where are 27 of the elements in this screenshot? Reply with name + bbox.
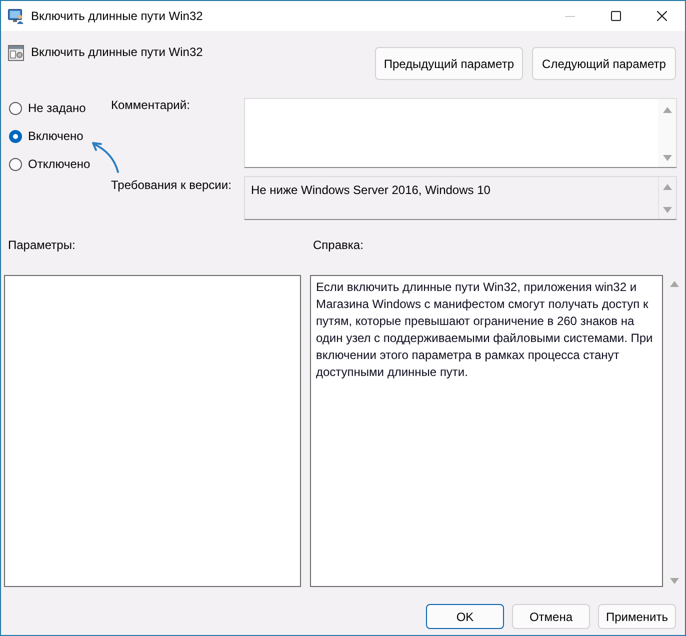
version-text: Не ниже Windows Server 2016, Windows 10 xyxy=(251,183,490,197)
computer-user-icon xyxy=(8,8,24,24)
cancel-button[interactable]: Отмена xyxy=(512,604,590,629)
scroll-up-icon[interactable] xyxy=(662,107,672,113)
help-text: Если включить длинные пути Win32, приложения win32 и Магазина Windows с манифестом смогут получать доступ к путям, которые превышают ограничение в 260 знаков на один узел с поддерживаемыми файловыми системами. При включении этого параметра в рамках процесса станут доступными длинные пути. xyxy=(316,279,654,381)
ok-button[interactable]: OK xyxy=(426,604,504,629)
apply-button[interactable]: Применить xyxy=(598,604,676,629)
policy-title: Включить длинные пути Win32 xyxy=(31,45,203,59)
state-radio-option[interactable]: Включено xyxy=(9,126,84,146)
version-field[interactable]: Не ниже Windows Server 2016, Windows 10 xyxy=(244,176,677,220)
window-title: Включить длинные пути Win32 xyxy=(31,9,203,23)
scroll-down-icon[interactable] xyxy=(663,207,672,213)
help-label: Справка: xyxy=(313,238,364,252)
options-label: Параметры: xyxy=(8,238,76,252)
settings-window-icon xyxy=(8,45,24,61)
version-label: Требования к версии: xyxy=(111,178,232,192)
scroll-up-icon[interactable] xyxy=(663,184,672,190)
state-radio-option[interactable]: Не задано xyxy=(9,98,86,118)
comment-field[interactable] xyxy=(244,98,677,168)
previous-setting-button[interactable]: Предыдущий параметр xyxy=(374,47,523,80)
state-radio-option[interactable]: Отключено xyxy=(9,154,90,174)
scroll-up-icon[interactable] xyxy=(670,281,678,287)
next-setting-button[interactable]: Следующий параметр xyxy=(532,47,676,80)
scroll-down-icon[interactable] xyxy=(670,578,678,584)
comment-label: Комментарий: xyxy=(111,98,190,112)
scroll-down-icon[interactable] xyxy=(662,155,672,161)
curved-arrow xyxy=(91,141,119,173)
